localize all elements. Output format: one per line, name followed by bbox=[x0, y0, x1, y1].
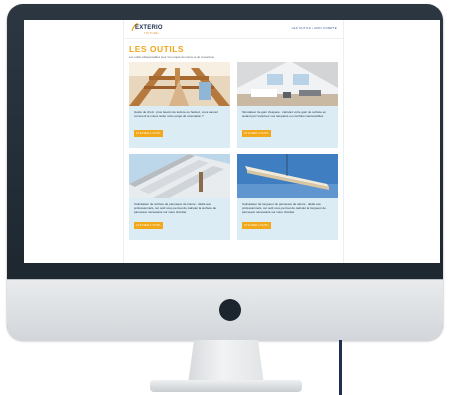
use-tool-button[interactable]: UTILISER L'OUTIL bbox=[134, 222, 163, 229]
card-image-roof-panels bbox=[129, 154, 230, 198]
logo-subtext: TOITURE bbox=[144, 32, 159, 35]
card-description: Calculateur de longueur de panneaux de t… bbox=[242, 202, 326, 214]
use-tool-button[interactable]: UTILISER L'OUTIL bbox=[242, 130, 271, 137]
brand-logo[interactable]: EXTERIO TOITURE bbox=[129, 23, 169, 36]
monitor-screen: EXTERIO TOITURE LES OUTILS • MON COMPTE … bbox=[24, 20, 440, 263]
tool-card-space-gain[interactable]: Simulateur de gain d'espace : calculez v… bbox=[237, 62, 338, 148]
tool-card-guide[interactable]: Guide de choix : plus besoin de lecture … bbox=[129, 62, 230, 148]
tool-card-panel-length[interactable]: Calculateur de longueur de panneaux de t… bbox=[237, 154, 338, 240]
logo-text: EXTERIO bbox=[135, 25, 163, 31]
website-page: EXTERIO TOITURE LES OUTILS • MON COMPTE … bbox=[124, 20, 343, 263]
monitor-cable bbox=[339, 340, 342, 395]
header-nav[interactable]: LES OUTILS • MON COMPTE bbox=[292, 26, 337, 30]
use-tool-button[interactable]: UTILISER L'OUTIL bbox=[242, 222, 271, 229]
card-description: Guide de choix : plus besoin de lecture … bbox=[134, 110, 219, 118]
page-title: LES OUTILS bbox=[129, 44, 185, 54]
card-description: Simulateur de gain d'espace : calculez v… bbox=[242, 110, 327, 118]
monitor-base bbox=[150, 380, 302, 392]
card-image-roof-frame bbox=[129, 62, 230, 106]
site-header: EXTERIO TOITURE LES OUTILS • MON COMPTE bbox=[124, 20, 343, 39]
use-tool-button[interactable]: UTILISER L'OUTIL bbox=[134, 130, 163, 137]
card-image-panel-lift bbox=[237, 154, 338, 198]
card-image-attic-room bbox=[237, 62, 338, 106]
page-subtitle: Les outils indispensables pour vos proje… bbox=[129, 55, 215, 59]
tool-card-panel-surface[interactable]: Calculateur de surface de panneaux de to… bbox=[129, 154, 230, 240]
card-description: Calculateur de surface de panneaux de to… bbox=[134, 202, 217, 214]
monitor-stand bbox=[188, 340, 264, 384]
monitor-logo-dot bbox=[219, 299, 241, 321]
